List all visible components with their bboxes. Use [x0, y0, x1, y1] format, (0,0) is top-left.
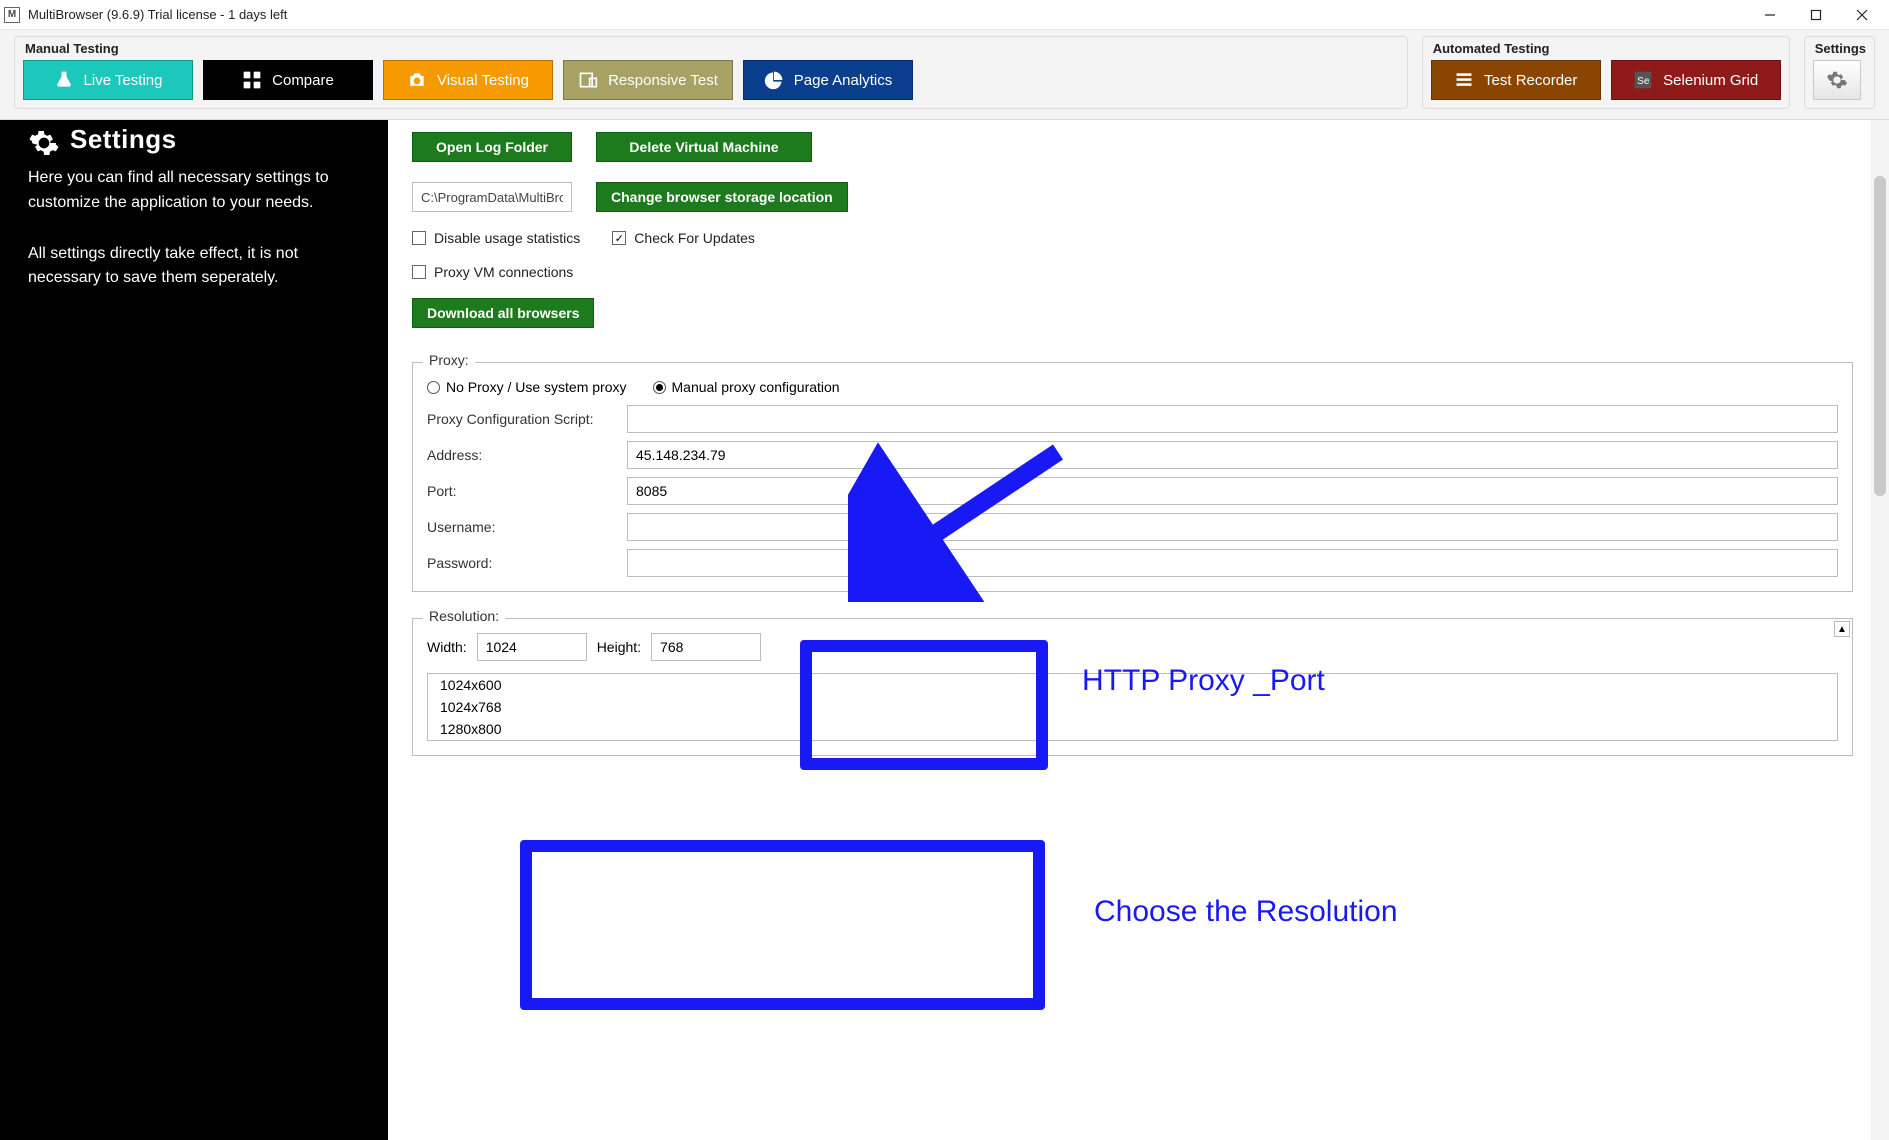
- window-title: MultiBrowser (9.6.9) Trial license - 1 d…: [28, 7, 287, 22]
- test-recorder-button[interactable]: Test Recorder: [1431, 60, 1601, 100]
- check-updates-checkbox[interactable]: Check For Updates: [612, 230, 755, 246]
- proxy-vm-checkbox[interactable]: Proxy VM connections: [412, 264, 573, 280]
- visual-testing-button[interactable]: Visual Testing: [383, 60, 553, 100]
- height-label: Height:: [597, 639, 641, 655]
- width-input[interactable]: [477, 633, 587, 661]
- radio-icon: [653, 381, 666, 394]
- settings-button[interactable]: [1813, 60, 1861, 100]
- proxy-port-input[interactable]: [627, 477, 1838, 505]
- list-item[interactable]: 1024x600: [428, 674, 1837, 696]
- resolution-legend: Resolution:: [423, 608, 505, 624]
- automated-testing-label: Automated Testing: [1431, 41, 1781, 56]
- flask-icon: [54, 70, 74, 90]
- toolbar: Manual Testing Live Testing Compare Visu…: [0, 30, 1889, 120]
- manual-testing-group: Manual Testing Live Testing Compare Visu…: [14, 36, 1408, 109]
- gear-icon: [1826, 69, 1848, 91]
- svg-text:Se: Se: [1637, 76, 1650, 87]
- proxy-address-input[interactable]: [627, 441, 1838, 469]
- height-input[interactable]: [651, 633, 761, 661]
- page-analytics-button[interactable]: Page Analytics: [743, 60, 913, 100]
- storage-path-input[interactable]: [412, 182, 572, 212]
- manual-testing-label: Manual Testing: [23, 41, 1399, 56]
- sidebar-heading: Settings: [28, 130, 368, 156]
- device-icon: [578, 70, 598, 90]
- proxy-system-radio[interactable]: No Proxy / Use system proxy: [427, 379, 627, 395]
- list-item[interactable]: 1280x800: [428, 718, 1837, 740]
- list-icon: [1454, 70, 1474, 90]
- proxy-port-label: Port:: [427, 483, 627, 499]
- checkbox-icon: [412, 265, 426, 279]
- responsive-test-button[interactable]: Responsive Test: [563, 60, 733, 100]
- scrollbar[interactable]: [1871, 120, 1889, 1140]
- proxy-address-label: Address:: [427, 447, 627, 463]
- radio-icon: [427, 381, 440, 394]
- sidebar-paragraph-2: All settings directly take effect, it is…: [28, 242, 368, 292]
- proxy-username-input[interactable]: [627, 513, 1838, 541]
- live-testing-button[interactable]: Live Testing: [23, 60, 193, 100]
- gear-icon: [28, 127, 60, 159]
- proxy-manual-radio[interactable]: Manual proxy configuration: [653, 379, 840, 395]
- minimize-button[interactable]: [1747, 0, 1793, 30]
- proxy-script-input[interactable]: [627, 405, 1838, 433]
- proxy-legend: Proxy:: [423, 352, 475, 368]
- settings-content: Open Log Folder Delete Virtual Machine C…: [388, 120, 1871, 1140]
- camera-icon: [407, 70, 427, 90]
- proxy-username-label: Username:: [427, 519, 627, 535]
- automated-testing-group: Automated Testing Test Recorder Se Selen…: [1422, 36, 1790, 109]
- delete-vm-button[interactable]: Delete Virtual Machine: [596, 132, 812, 162]
- list-item[interactable]: 1024x768: [428, 696, 1837, 718]
- proxy-password-input[interactable]: [627, 549, 1838, 577]
- grid-icon: [242, 70, 262, 90]
- download-all-browsers-button[interactable]: Download all browsers: [412, 298, 594, 328]
- resolution-fieldset: Resolution: Width: Height: ▲ 1024x600 10…: [412, 618, 1853, 756]
- open-log-folder-button[interactable]: Open Log Folder: [412, 132, 572, 162]
- app-icon: M: [4, 7, 20, 23]
- proxy-script-label: Proxy Configuration Script:: [427, 411, 627, 427]
- close-button[interactable]: [1839, 0, 1885, 30]
- selenium-icon: Se: [1633, 70, 1653, 90]
- checkbox-icon: [612, 231, 626, 245]
- resolution-list[interactable]: ▲ 1024x600 1024x768 1280x800: [427, 673, 1838, 741]
- sidebar-paragraph-1: Here you can find all necessary settings…: [28, 166, 368, 216]
- compare-button[interactable]: Compare: [203, 60, 373, 100]
- sidebar: Settings Here you can find all necessary…: [0, 120, 388, 1140]
- proxy-fieldset: Proxy: No Proxy / Use system proxy Manua…: [412, 362, 1853, 592]
- main-area: Settings Here you can find all necessary…: [0, 120, 1889, 1140]
- title-bar: M MultiBrowser (9.6.9) Trial license - 1…: [0, 0, 1889, 30]
- settings-group-label: Settings: [1813, 41, 1866, 56]
- selenium-grid-button[interactable]: Se Selenium Grid: [1611, 60, 1781, 100]
- proxy-password-label: Password:: [427, 555, 627, 571]
- disable-stats-checkbox[interactable]: Disable usage statistics: [412, 230, 580, 246]
- maximize-button[interactable]: [1793, 0, 1839, 30]
- scroll-thumb[interactable]: [1874, 176, 1886, 496]
- pie-chart-icon: [764, 70, 784, 90]
- width-label: Width:: [427, 639, 467, 655]
- change-storage-button[interactable]: Change browser storage location: [596, 182, 848, 212]
- scroll-up-icon[interactable]: ▲: [1834, 621, 1850, 637]
- checkbox-icon: [412, 231, 426, 245]
- settings-group: Settings: [1804, 36, 1875, 109]
